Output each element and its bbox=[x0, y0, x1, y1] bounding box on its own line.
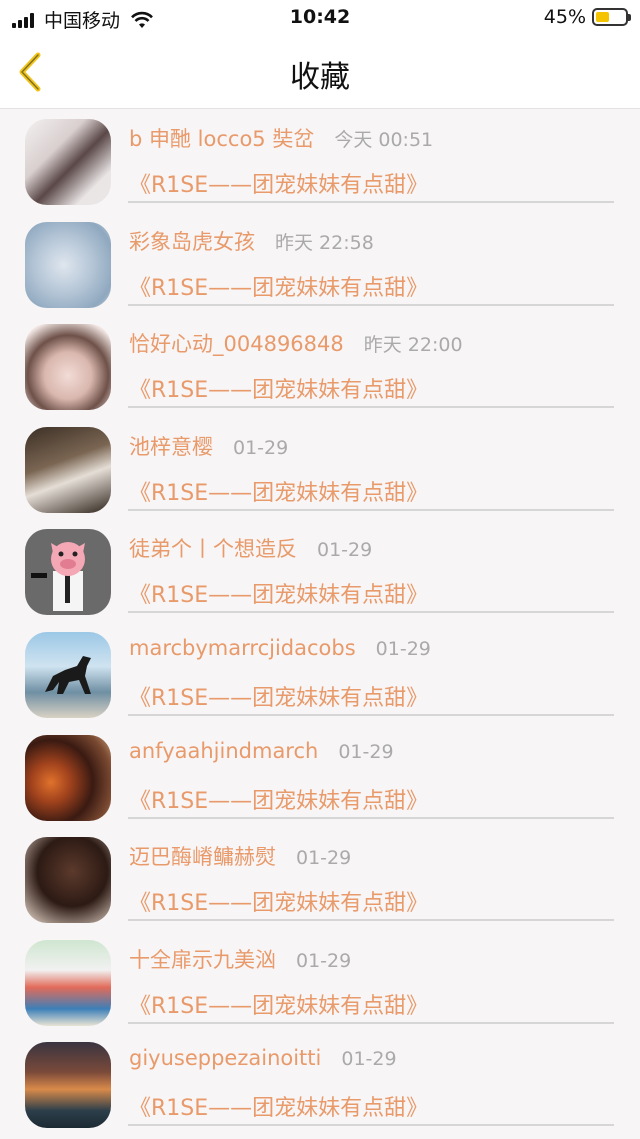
username[interactable]: 十全扉示九美汹 bbox=[129, 944, 276, 974]
avatar[interactable] bbox=[25, 939, 111, 1026]
divider bbox=[128, 1021, 614, 1024]
list-item[interactable]: marcbymarrcjidacobs 01-29 《R1SE——团宠妹妹有点甜》 bbox=[0, 622, 640, 725]
favorite-title-link[interactable]: 《R1SE——团宠妹妹有点甜》 bbox=[129, 372, 428, 404]
divider bbox=[128, 201, 614, 203]
timestamp: 01-29 bbox=[296, 949, 352, 972]
battery-icon bbox=[592, 8, 631, 26]
username[interactable]: anfyaahjindmarch bbox=[129, 739, 318, 763]
favorite-title-link[interactable]: 《R1SE——团宠妹妹有点甜》 bbox=[129, 1090, 428, 1122]
list-item[interactable]: 徒弟个丨个想造反 01-29 《R1SE——团宠妹妹有点甜》 bbox=[0, 519, 640, 622]
list-item[interactable]: 十全扉示九美汹 01-29 《R1SE——团宠妹妹有点甜》 bbox=[0, 930, 640, 1033]
favorite-title-link[interactable]: 《R1SE——团宠妹妹有点甜》 bbox=[129, 783, 428, 815]
username[interactable]: 池梓意樱 bbox=[129, 431, 213, 461]
favorite-title-link[interactable]: 《R1SE——团宠妹妹有点甜》 bbox=[129, 680, 428, 712]
timestamp: 昨天 22:00 bbox=[363, 334, 463, 357]
favorite-title-link[interactable]: 《R1SE——团宠妹妹有点甜》 bbox=[129, 885, 428, 917]
username[interactable]: b 申酏 locco5 奘岔 bbox=[129, 123, 314, 153]
divider bbox=[128, 1124, 614, 1127]
nav-bar: 收藏 bbox=[0, 34, 640, 109]
avatar[interactable] bbox=[25, 734, 111, 821]
divider bbox=[128, 508, 614, 511]
timestamp: 01-29 bbox=[317, 539, 373, 562]
avatar[interactable] bbox=[25, 837, 111, 924]
timestamp: 今天 00:51 bbox=[334, 129, 434, 151]
divider bbox=[128, 816, 614, 819]
username[interactable]: 彩象岛虎女孩 bbox=[129, 226, 255, 256]
timestamp: 01-29 bbox=[341, 1048, 397, 1071]
avatar[interactable] bbox=[25, 1042, 111, 1129]
avatar[interactable] bbox=[25, 529, 111, 616]
list-item[interactable]: anfyaahjindmarch 01-29 《R1SE——团宠妹妹有点甜》 bbox=[0, 725, 640, 828]
avatar[interactable] bbox=[25, 119, 111, 205]
favorite-title-link[interactable]: 《R1SE——团宠妹妹有点甜》 bbox=[129, 988, 428, 1020]
divider bbox=[128, 303, 614, 306]
timestamp: 01-29 bbox=[296, 847, 352, 870]
username[interactable]: 迈巴酶嵴鳙赫熨 bbox=[129, 841, 276, 871]
timestamp: 01-29 bbox=[375, 637, 431, 660]
divider bbox=[128, 713, 614, 716]
favorites-list: b 申酏 locco5 奘岔 今天 00:51 《R1SE——团宠妹妹有点甜》 彩… bbox=[0, 109, 640, 1135]
list-item[interactable]: b 申酏 locco5 奘岔 今天 00:51 《R1SE——团宠妹妹有点甜》 bbox=[0, 109, 640, 212]
favorite-title-link[interactable]: 《R1SE——团宠妹妹有点甜》 bbox=[129, 270, 428, 302]
list-item[interactable]: 恰好心动_004896848 昨天 22:00 《R1SE——团宠妹妹有点甜》 bbox=[0, 314, 640, 417]
timestamp: 01-29 bbox=[338, 740, 394, 763]
favorite-title-link[interactable]: 《R1SE——团宠妹妹有点甜》 bbox=[129, 577, 428, 609]
list-item[interactable]: 池梓意樱 01-29 《R1SE——团宠妹妹有点甜》 bbox=[0, 417, 640, 520]
username[interactable]: 徒弟个丨个想造反 bbox=[129, 533, 297, 563]
timestamp: 01-29 bbox=[233, 436, 289, 459]
list-item[interactable]: giyuseppezainoitti 01-29 《R1SE——团宠妹妹有点甜》 bbox=[0, 1032, 640, 1135]
divider bbox=[128, 919, 614, 922]
avatar[interactable] bbox=[25, 221, 111, 308]
battery-percent: 45% bbox=[543, 6, 586, 28]
status-bar: 中国移动 10:42 45% bbox=[0, 0, 640, 34]
avatar[interactable] bbox=[25, 426, 111, 513]
list-item[interactable]: 迈巴酶嵴鳙赫熨 01-29 《R1SE——团宠妹妹有点甜》 bbox=[0, 827, 640, 930]
divider bbox=[128, 611, 614, 614]
avatar[interactable] bbox=[25, 324, 111, 411]
pig-illustration bbox=[31, 542, 85, 612]
divider bbox=[128, 406, 614, 409]
username[interactable]: 恰好心动_004896848 bbox=[129, 328, 344, 358]
username[interactable]: giyuseppezainoitti bbox=[129, 1046, 321, 1070]
avatar[interactable] bbox=[25, 631, 111, 718]
page-title: 收藏 bbox=[290, 60, 350, 95]
favorite-title-link[interactable]: 《R1SE——团宠妹妹有点甜》 bbox=[129, 167, 428, 199]
username[interactable]: marcbymarrcjidacobs bbox=[129, 636, 356, 660]
timestamp: 昨天 22:58 bbox=[275, 231, 374, 254]
list-item[interactable]: 彩象岛虎女孩 昨天 22:58 《R1SE——团宠妹妹有点甜》 bbox=[0, 212, 640, 315]
horse-silhouette bbox=[45, 655, 91, 694]
favorite-title-link[interactable]: 《R1SE——团宠妹妹有点甜》 bbox=[129, 475, 428, 507]
